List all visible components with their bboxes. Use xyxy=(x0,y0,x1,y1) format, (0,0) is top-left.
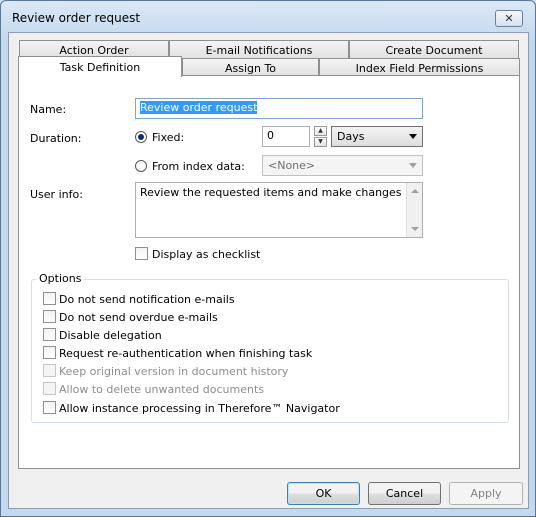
task-definition-panel: Name: Review order request Duration: Fix… xyxy=(18,75,520,469)
display-checklist-label: Display as checklist xyxy=(152,248,261,261)
disable-delegation-checkbox[interactable] xyxy=(43,328,56,341)
duration-unit-select[interactable]: Days xyxy=(331,126,423,147)
chevron-down-icon xyxy=(409,134,417,139)
scroll-up-icon[interactable] xyxy=(411,189,419,193)
allow-delete-documents-label: Allow to delete unwanted documents xyxy=(59,383,264,396)
user-info-textarea[interactable]: Review the requested items and make chan… xyxy=(135,182,423,238)
spin-down-button[interactable]: ▼ xyxy=(314,137,327,147)
fixed-duration-input[interactable]: 0 xyxy=(262,126,310,147)
apply-button[interactable]: Apply xyxy=(449,482,523,505)
chevron-down-icon xyxy=(409,163,417,168)
reauthentication-checkbox[interactable] xyxy=(43,346,56,359)
scroll-down-icon[interactable] xyxy=(411,227,419,231)
from-index-label: From index data: xyxy=(152,160,245,173)
no-notification-emails-checkbox[interactable] xyxy=(43,292,56,305)
tab-task-definition[interactable]: Task Definition xyxy=(18,56,182,77)
name-input[interactable]: Review order request xyxy=(135,98,423,119)
user-info-scrollbar[interactable] xyxy=(406,183,422,237)
spin-up-icon: ▲ xyxy=(318,127,323,134)
window-title: Review order request xyxy=(12,11,141,25)
tab-create-document[interactable]: Create Document xyxy=(349,40,519,59)
dialog-client-area: Action Order E-mail Notifications Create… xyxy=(8,32,529,509)
instance-processing-checkbox[interactable] xyxy=(43,401,56,414)
instance-processing-label: Allow instance processing in Therefore™ … xyxy=(59,402,340,415)
spin-up-button[interactable]: ▲ xyxy=(314,126,327,136)
spin-down-icon: ▼ xyxy=(318,138,323,145)
disable-delegation-label: Disable delegation xyxy=(59,329,162,342)
close-icon: ✕ xyxy=(504,12,514,25)
no-overdue-emails-checkbox[interactable] xyxy=(43,310,56,323)
options-group-title: Options xyxy=(36,272,85,285)
from-index-radio[interactable] xyxy=(135,160,147,172)
title-bar[interactable]: Review order request ✕ xyxy=(1,1,535,33)
dialog-window: Review order request ✕ Action Order E-ma… xyxy=(0,0,536,517)
close-button[interactable]: ✕ xyxy=(495,10,523,27)
no-notification-emails-label: Do not send notification e-mails xyxy=(59,293,235,306)
fixed-radio[interactable] xyxy=(135,131,147,143)
reauthentication-label: Request re-authentication when finishing… xyxy=(59,347,313,360)
tab-email-notifications[interactable]: E-mail Notifications xyxy=(169,40,349,59)
allow-delete-documents-checkbox xyxy=(43,382,56,395)
duration-label: Duration: xyxy=(30,132,82,145)
display-checklist-checkbox[interactable] xyxy=(135,247,148,260)
cancel-button[interactable]: Cancel xyxy=(368,482,441,505)
name-input-value: Review order request xyxy=(140,101,258,114)
ok-button[interactable]: OK xyxy=(287,482,360,505)
keep-original-version-checkbox xyxy=(43,364,56,377)
user-info-label: User info: xyxy=(30,188,83,201)
keep-original-version-label: Keep original version in document histor… xyxy=(59,365,289,378)
no-overdue-emails-label: Do not send overdue e-mails xyxy=(59,311,218,324)
name-label: Name: xyxy=(30,103,67,116)
fixed-label: Fixed: xyxy=(152,131,185,144)
index-field-select[interactable]: <None> xyxy=(262,155,423,176)
